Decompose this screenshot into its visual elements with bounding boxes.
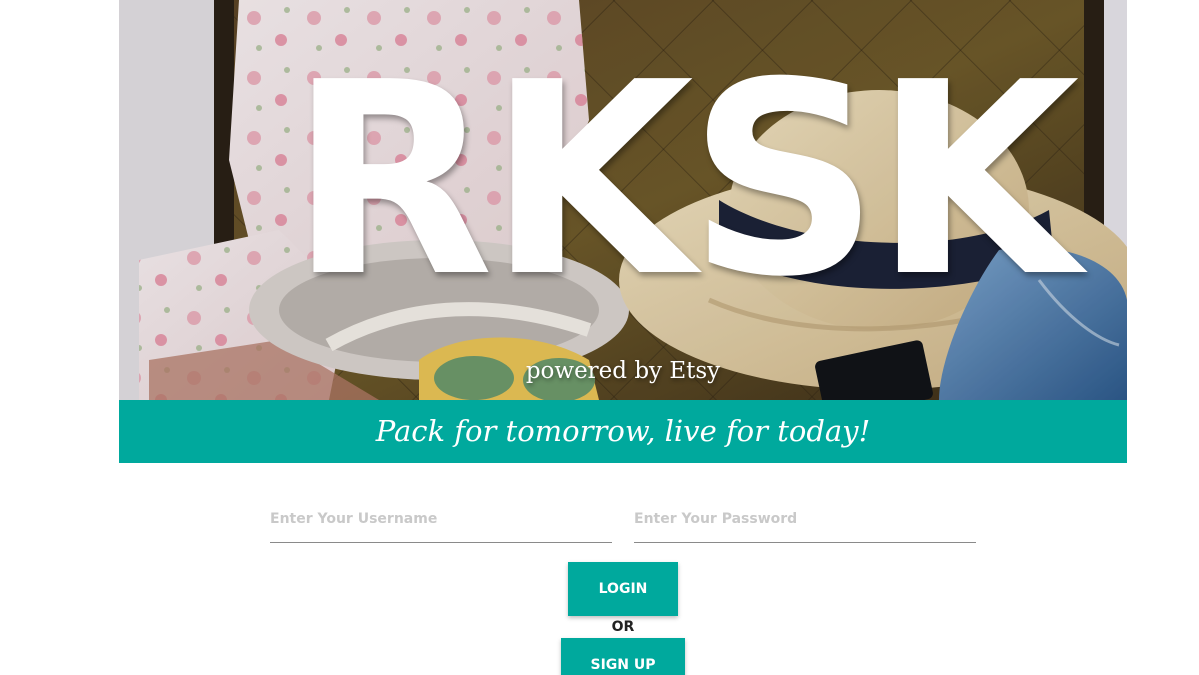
login-button[interactable]: LOGIN: [568, 562, 678, 616]
powered-by-text: powered by Etsy: [525, 358, 721, 384]
tagline-text: Pack for tomorrow, live for today!: [375, 414, 871, 448]
hero-banner: RKSK powered by Etsy: [119, 0, 1127, 400]
tagline-bar: Pack for tomorrow, live for today!: [119, 400, 1127, 463]
brand-logo: RKSK: [289, 25, 1080, 335]
password-input[interactable]: [634, 498, 976, 540]
username-field: [270, 498, 612, 543]
login-page: RKSK powered by Etsy Pack for tomorrow, …: [0, 0, 1199, 675]
username-input[interactable]: [270, 498, 612, 540]
password-field: [634, 498, 976, 543]
or-separator: OR: [611, 619, 635, 635]
signup-button[interactable]: SIGN UP: [561, 638, 685, 675]
